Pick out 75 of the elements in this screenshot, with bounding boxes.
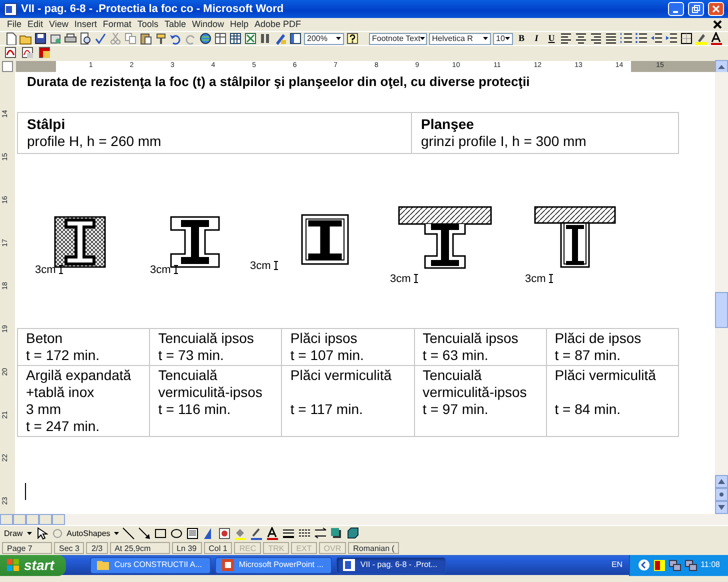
menu-item[interactable]: View <box>46 18 72 31</box>
status-item: TRK <box>263 542 290 554</box>
menu-item[interactable]: File <box>4 18 25 31</box>
status-item: Col 1 <box>204 542 232 554</box>
time-value: t = 63 min. <box>422 347 490 364</box>
status-item: Ln 39 <box>172 542 202 554</box>
clock: 11:08 <box>700 559 720 571</box>
menu-item[interactable]: Edit <box>24 18 46 31</box>
taskbar-button[interactable]: Microsoft PowerPoint ... <box>214 556 332 574</box>
zoom-combo[interactable]: 200% <box>304 32 344 44</box>
menu-item[interactable]: Help <box>226 18 252 31</box>
time-value: t = 97 min. <box>422 401 490 418</box>
cell-text: 3 mm <box>26 401 62 418</box>
cell-text: Plăci de ipsos <box>554 330 642 347</box>
autoshapes-menu-button[interactable]: AutoShapes <box>66 527 120 540</box>
time-value: t = 172 min. <box>26 347 101 364</box>
time-value: t = 116 min. <box>158 401 232 418</box>
time-value: t = 87 min. <box>554 347 622 364</box>
menu-item[interactable]: Table <box>161 18 189 31</box>
cell-text: Argilă expandată <box>26 367 132 384</box>
window-title: VII - pag. 6-8 - .Protectia la foc co - Microsoft Word <box>21 2 284 17</box>
cell-text: Plăci vermiculită <box>290 367 393 384</box>
dimension-label: 3cm <box>150 264 171 276</box>
status-item: Page 7 <box>2 542 52 554</box>
heading-text: Durata de rezistenţa la foc (t) a stâlpilor şi planşeelor din oţel, cu diverse protecţii <box>27 73 531 90</box>
font-combo[interactable]: Helvetica R <box>429 32 491 44</box>
time-value: t = 73 min. <box>158 347 225 364</box>
status-item: At 25,9cm <box>110 542 170 554</box>
cell-text: Tencuială ipsos <box>422 330 520 347</box>
time-value: t = 247 min. <box>26 418 101 435</box>
style-combo[interactable]: Footnote Text <box>369 32 427 44</box>
dimension-label: 3cm <box>250 260 271 272</box>
time-value: t = 84 min. <box>554 401 622 418</box>
status-item: REC <box>234 542 262 554</box>
font-size-combo[interactable]: 10 <box>493 32 513 44</box>
menu-item[interactable]: Tools <box>134 18 162 31</box>
menu-item[interactable]: Window <box>188 18 227 31</box>
draw-menu-button[interactable]: Draw <box>4 527 32 540</box>
start-button[interactable]: start <box>0 554 66 576</box>
column-header: Stâlpi <box>27 116 66 133</box>
cell-text: Beton <box>26 330 64 347</box>
profile-text: grinzi profile I, h = 300 mm <box>421 133 588 150</box>
combo-value: Helvetica R <box>432 34 473 44</box>
combo-value: 200% <box>307 34 328 44</box>
status-item: EXT <box>291 542 317 554</box>
dimension-label: 3cm <box>35 264 56 276</box>
time-value: t = 107 min. <box>290 347 365 364</box>
time-value: t = 117 min. <box>290 401 364 418</box>
cell-text: Tencuială <box>422 367 483 384</box>
status-item: OVR <box>318 542 346 554</box>
cell-text: Plăci vermiculită <box>554 367 657 384</box>
italic-button[interactable]: I <box>530 32 543 45</box>
cell-text: Tencuială ipsos <box>158 330 255 347</box>
cell-text: vermiculită-ipsos <box>422 384 528 401</box>
status-item: Romanian ( <box>348 542 400 554</box>
cell-text: Plăci ipsos <box>290 330 358 347</box>
dimension-label: 3cm <box>525 273 546 285</box>
taskbar-button[interactable]: VII - pag. 6-8 - .Prot... <box>336 556 446 574</box>
bold-button[interactable]: B <box>515 32 528 45</box>
menu-item[interactable]: Insert <box>71 18 100 31</box>
combo-value: 10 <box>496 34 505 44</box>
profile-text: profile H, h = 260 mm <box>27 133 162 150</box>
menu-item[interactable]: Format <box>100 18 134 31</box>
language-indicator[interactable]: EN <box>611 559 623 571</box>
cell-text: vermiculită-ipsos <box>158 384 264 401</box>
column-header: Planşee <box>421 116 475 133</box>
combo-value: Footnote Text <box>372 34 420 44</box>
status-item: Sec 3 <box>54 542 84 554</box>
status-item: 2/3 <box>86 542 108 554</box>
cell-text: Tencuială <box>158 367 218 384</box>
dimension-label: 3cm <box>390 273 411 285</box>
cell-text: +tablă inox <box>26 384 96 401</box>
taskbar-button[interactable]: Curs CONSTRUCTII A... <box>90 556 211 574</box>
menu-item[interactable]: Adobe PDF <box>251 18 304 31</box>
underline-button[interactable]: U <box>545 32 558 45</box>
